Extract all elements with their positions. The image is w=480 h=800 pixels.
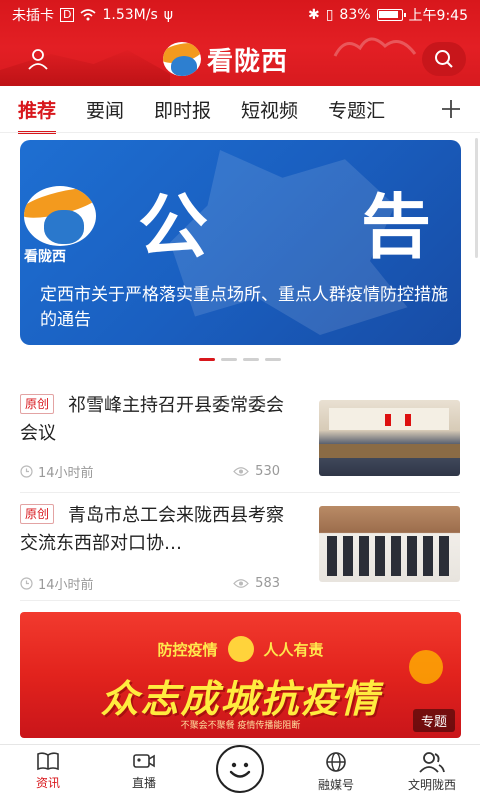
- news-item[interactable]: 原创 青岛市总工会来陇西县考察交流东西部对口协… 14小时前 583: [0, 502, 480, 597]
- app-header: 未插卡 D 1.53M/s ψ ✱ ▯ 83% 上午9:45 看陇西: [0, 0, 480, 86]
- news-meta: 14小时前 583: [20, 574, 280, 593]
- globe-icon: [326, 752, 346, 772]
- logo-text: 看陇西: [207, 46, 289, 77]
- original-tag: 原创: [20, 504, 55, 524]
- banner-caption: 定西市关于严格落实重点场所、重点人群疫情防控措施的通告: [40, 285, 448, 330]
- tabbar-label: 直播: [131, 776, 156, 790]
- news-meta: 14小时前 530: [20, 462, 280, 481]
- tabbar-item-news[interactable]: 资讯: [8, 751, 88, 791]
- user-icon: [28, 49, 48, 70]
- news-thumbnail: [319, 506, 460, 582]
- fist-icon: [227, 636, 254, 662]
- clock-icon: [20, 577, 33, 590]
- book-icon: [37, 752, 59, 771]
- wifi-icon: [80, 9, 97, 21]
- eye-icon: [233, 579, 249, 588]
- category-tabs: 推荐 要闻 即时报 短视频 专题汇: [0, 86, 480, 134]
- tabbar-label: 资讯: [35, 776, 60, 790]
- promo-slogan-left: 防控疫情: [157, 640, 218, 659]
- carousel-dot[interactable]: [199, 358, 215, 361]
- carousel-indicator: [0, 358, 480, 361]
- clock: 上午9:45: [408, 8, 468, 24]
- original-tag: 原创: [20, 394, 55, 414]
- topic-badge: 专题: [412, 709, 455, 732]
- news-views: 583: [255, 576, 280, 591]
- search-icon: [435, 50, 453, 68]
- featured-banner[interactable]: 看陇西 公 告 定西市关于严格落实重点场所、重点人群疫情防控措施的通告: [20, 140, 461, 345]
- topic-banner[interactable]: 防控疫情 人人有责 众志成城抗疫情 不聚会不聚餐 疫情传播能阻断 专题: [20, 612, 461, 738]
- tabbar-item-live[interactable]: 直播: [104, 751, 184, 791]
- tabbar-label: 文明陇西: [407, 778, 456, 792]
- sim-icon: D: [60, 8, 75, 22]
- news-views: 530: [255, 464, 280, 479]
- vibrate-icon: ▯: [325, 7, 334, 23]
- carousel-dot[interactable]: [243, 358, 259, 361]
- news-title: 原创 祁雪峰主持召开县委常委会会议: [20, 394, 285, 444]
- tabbar-center-button[interactable]: [216, 745, 264, 793]
- search-button[interactable]: [422, 42, 466, 76]
- plus-icon: [442, 100, 460, 118]
- bluetooth-icon: ✱: [307, 7, 320, 23]
- tab-topics[interactable]: 专题汇: [328, 96, 385, 123]
- news-thumbnail: [319, 400, 460, 476]
- logo-mark-icon: [24, 186, 96, 246]
- banner-notice-right: 告: [361, 185, 431, 268]
- promo-note: 不聚会不聚餐 疫情传播能阻断: [180, 721, 301, 731]
- tabbar-item-civilization[interactable]: 文明陇西: [392, 751, 472, 793]
- cloud-decoration: [333, 37, 417, 57]
- add-tab-button[interactable]: [434, 92, 468, 126]
- usb-icon: ψ: [163, 7, 173, 23]
- promo-slogan-right: 人人有责: [263, 640, 324, 659]
- tabbar-item-media[interactable]: 融媒号: [296, 751, 376, 793]
- news-time: 14小时前: [38, 578, 94, 593]
- news-time: 14小时前: [38, 466, 94, 481]
- news-title: 原创 青岛市总工会来陇西县考察交流东西部对口协…: [20, 504, 285, 554]
- promo-headline: 众志成城抗疫情: [100, 677, 381, 721]
- tab-instant[interactable]: 即时报: [154, 96, 211, 123]
- battery-icon: [376, 9, 406, 21]
- news-item[interactable]: 原创 祁雪峰主持召开县委常委会会议 14小时前 530: [0, 392, 480, 487]
- banner-notice-left: 公: [138, 185, 208, 268]
- network-speed: 1.53M/s: [102, 7, 158, 23]
- carrier-text: 未插卡: [12, 8, 54, 24]
- scrollbar[interactable]: [475, 138, 478, 258]
- tabbar-label: 融媒号: [317, 778, 354, 792]
- eye-icon: [233, 467, 249, 476]
- smile-icon: [229, 762, 251, 778]
- user-profile-button[interactable]: [18, 42, 58, 76]
- clock-icon: [20, 465, 33, 478]
- carousel-dot[interactable]: [265, 358, 281, 361]
- tab-short-video[interactable]: 短视频: [241, 96, 298, 123]
- carousel-dot[interactable]: [221, 358, 237, 361]
- logo-mark-icon: [163, 42, 201, 76]
- video-camera-icon: [133, 754, 155, 768]
- banner-logo-label: 看陇西: [24, 249, 66, 265]
- battery-percent: 83%: [339, 7, 371, 23]
- banner-logo: 看陇西: [20, 178, 106, 265]
- tab-recommend[interactable]: 推荐: [18, 96, 57, 134]
- people-icon: [419, 752, 445, 773]
- app-logo: 看陇西: [163, 40, 288, 78]
- tab-news[interactable]: 要闻: [86, 96, 124, 123]
